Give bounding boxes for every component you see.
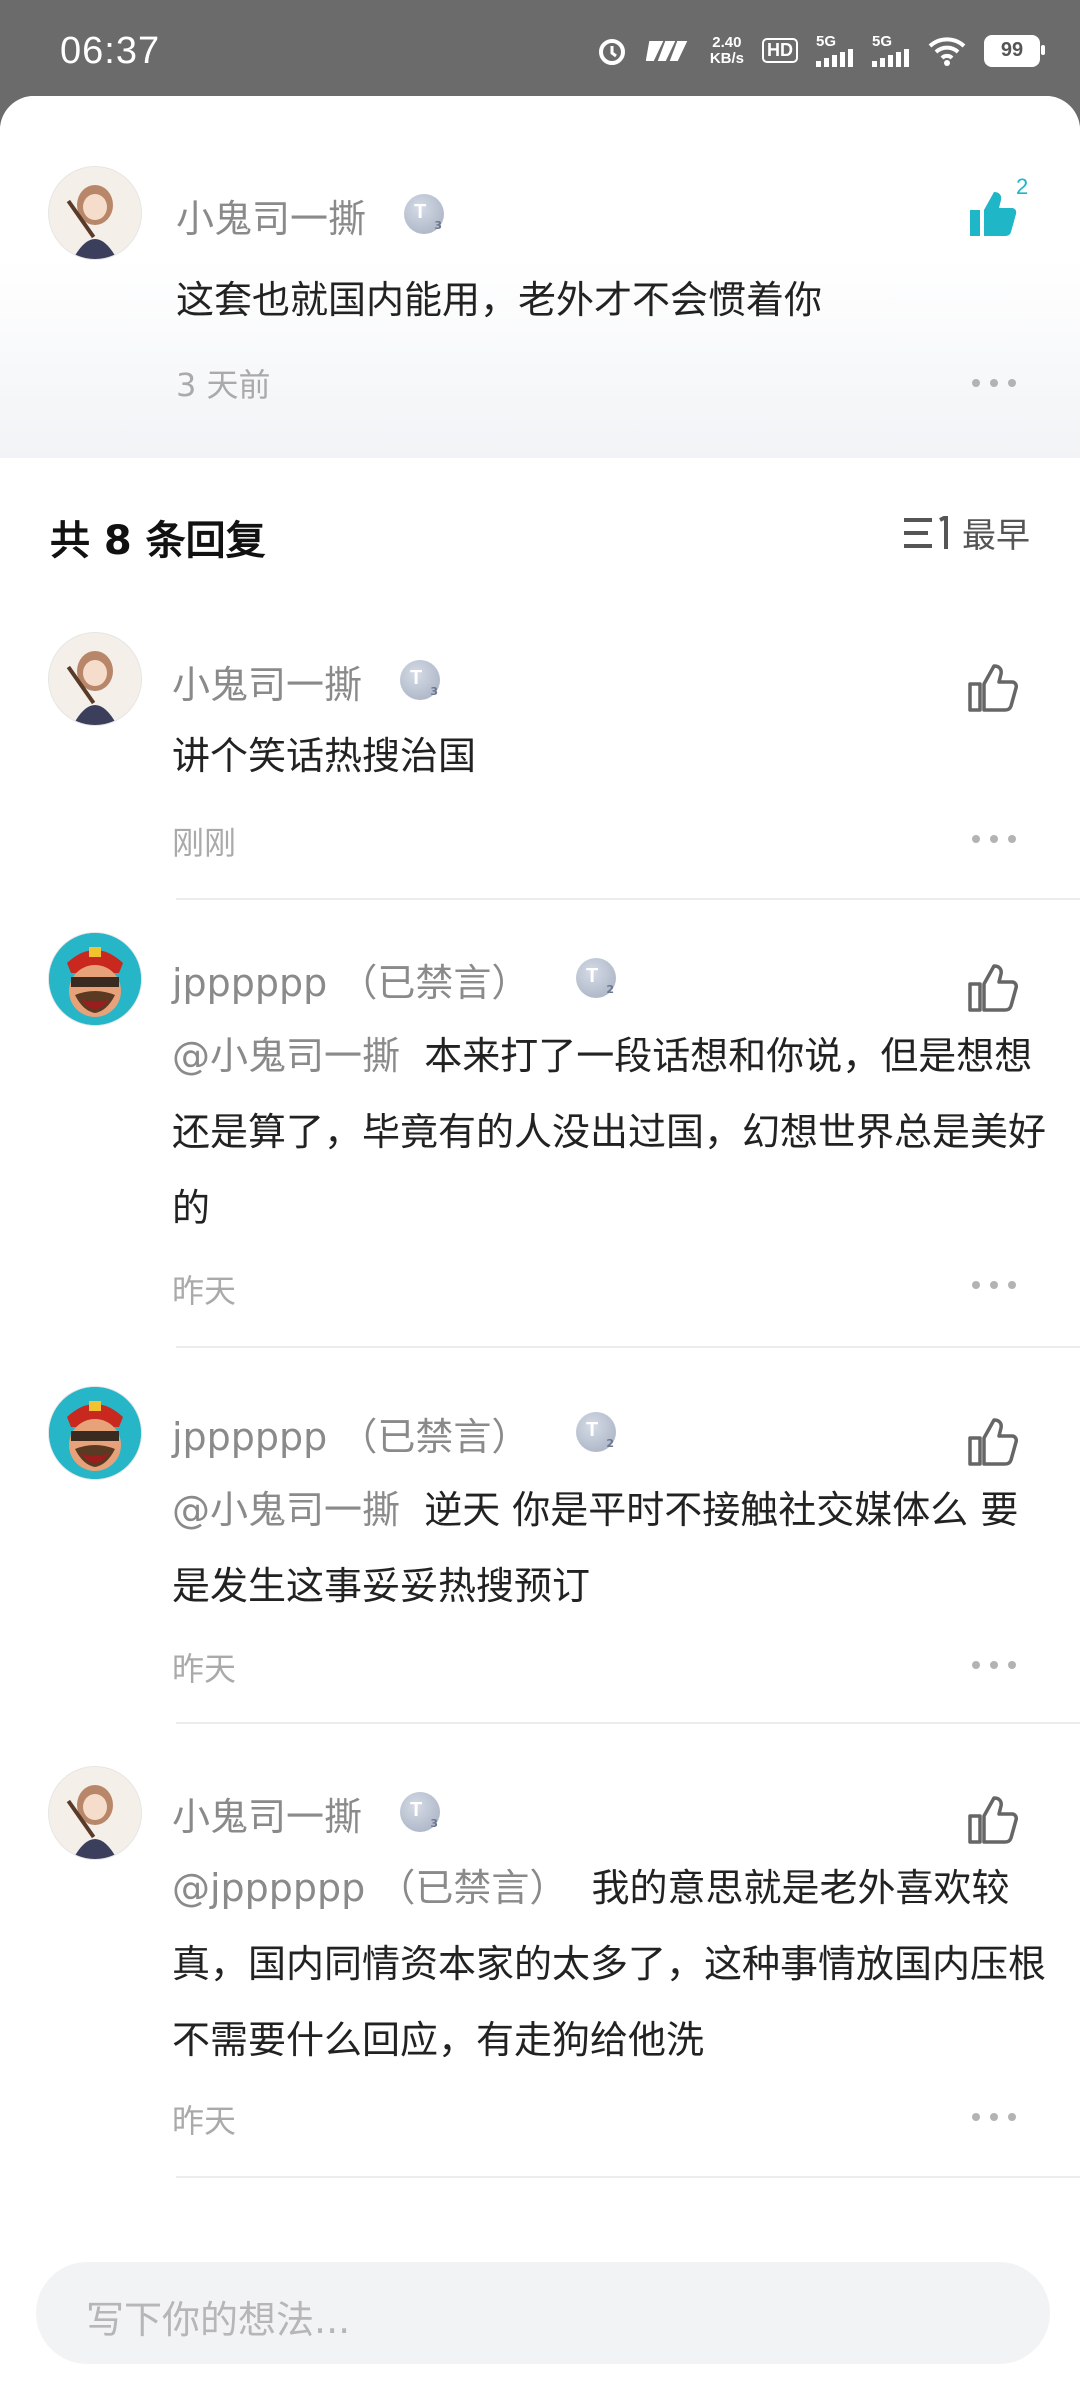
- divider: [176, 898, 1080, 900]
- more-options-icon[interactable]: [972, 1278, 1016, 1292]
- username[interactable]: jpppppp （已禁言）: [172, 1406, 529, 1461]
- thumbs-up-icon[interactable]: [966, 962, 1018, 1014]
- avatar[interactable]: [48, 1386, 142, 1480]
- reply-sheet: 小鬼司一撕 T3 2 这套也就国内能用，老外才不会惯着你 3 天前 共 8 条回…: [0, 96, 1080, 2400]
- hd-icon: HD: [762, 38, 798, 63]
- sort-button[interactable]: 最早: [904, 508, 1030, 557]
- level-badge-icon: T3: [404, 194, 444, 234]
- thumbs-up-icon[interactable]: [966, 1794, 1018, 1846]
- reply-text: @小鬼司一撕 逆天 你是平时不接触社交媒体么 要是发生这事妥妥热搜预订: [172, 1488, 1019, 1608]
- composer-bar: 写下你的想法...: [0, 2228, 1080, 2400]
- sort-icon: [904, 515, 948, 549]
- sort-label: 最早: [962, 516, 1030, 556]
- input-placeholder: 写下你的想法...: [86, 2298, 351, 2342]
- wifi-icon: [928, 36, 966, 66]
- comment-time: 3 天前: [176, 366, 271, 404]
- reply-time: 昨天: [172, 1272, 237, 1310]
- username[interactable]: jpppppp （已禁言）: [172, 952, 529, 1007]
- reply-time: 昨天: [172, 2102, 237, 2140]
- like-count: 2: [1016, 174, 1029, 199]
- avatar[interactable]: [48, 932, 142, 1026]
- reply-time: 刚刚: [172, 824, 237, 862]
- comment-input[interactable]: 写下你的想法...: [36, 2262, 1050, 2364]
- status-icons: 2.40 KB/s HD 5G 5G 99: [596, 33, 1045, 67]
- nfc-icon: [645, 40, 688, 61]
- divider: [176, 1722, 1080, 1724]
- more-options-icon[interactable]: [972, 2110, 1016, 2124]
- reply-text: @jpppppp （已禁言） 我的意思就是老外喜欢较真，国内同情资本家的太多了，…: [172, 1866, 1047, 2062]
- avatar[interactable]: [48, 632, 142, 726]
- battery-icon: 99: [984, 34, 1045, 67]
- more-options-icon[interactable]: [972, 376, 1016, 390]
- thumbs-up-icon[interactable]: [966, 662, 1018, 714]
- signal-icon: 5G: [872, 34, 910, 67]
- parent-comment: 小鬼司一撕 T3 2 这套也就国内能用，老外才不会惯着你 3 天前: [0, 96, 1080, 458]
- level-badge-icon: T2: [576, 958, 616, 998]
- more-options-icon[interactable]: [972, 832, 1016, 846]
- avatar[interactable]: [48, 1766, 142, 1860]
- alarm-icon: [598, 38, 625, 65]
- status-bar: 06:37 2.40 KB/s HD 5G 5G 99: [0, 0, 1080, 96]
- level-badge-icon: T2: [576, 1412, 616, 1452]
- reply-time: 昨天: [172, 1650, 237, 1688]
- status-time: 06:37: [60, 30, 161, 72]
- avatar[interactable]: [48, 166, 142, 260]
- more-options-icon[interactable]: [972, 1658, 1016, 1672]
- level-badge-icon: T3: [400, 1792, 440, 1832]
- divider: [176, 2176, 1080, 2178]
- level-badge-icon: T3: [400, 660, 440, 700]
- replies-count-title: 共 8 条回复: [50, 518, 266, 564]
- username[interactable]: 小鬼司一撕: [172, 654, 362, 709]
- thumbs-up-icon[interactable]: [966, 1416, 1018, 1468]
- network-speed: 2.40 KB/s: [709, 33, 744, 67]
- reply-text: @小鬼司一撕 本来打了一段话想和你说，但是想想还是算了，毕竟有的人没出过国，幻想…: [172, 1034, 1047, 1230]
- username[interactable]: 小鬼司一撕: [172, 1786, 362, 1841]
- username[interactable]: 小鬼司一撕: [176, 188, 366, 243]
- signal-icon: 5G: [816, 34, 854, 67]
- divider: [176, 1346, 1080, 1348]
- comment-text: 这套也就国内能用，老外才不会惯着你: [176, 278, 823, 322]
- reply-text: 讲个笑话热搜治国: [172, 734, 477, 778]
- thumbs-up-filled-icon[interactable]: [966, 188, 1018, 240]
